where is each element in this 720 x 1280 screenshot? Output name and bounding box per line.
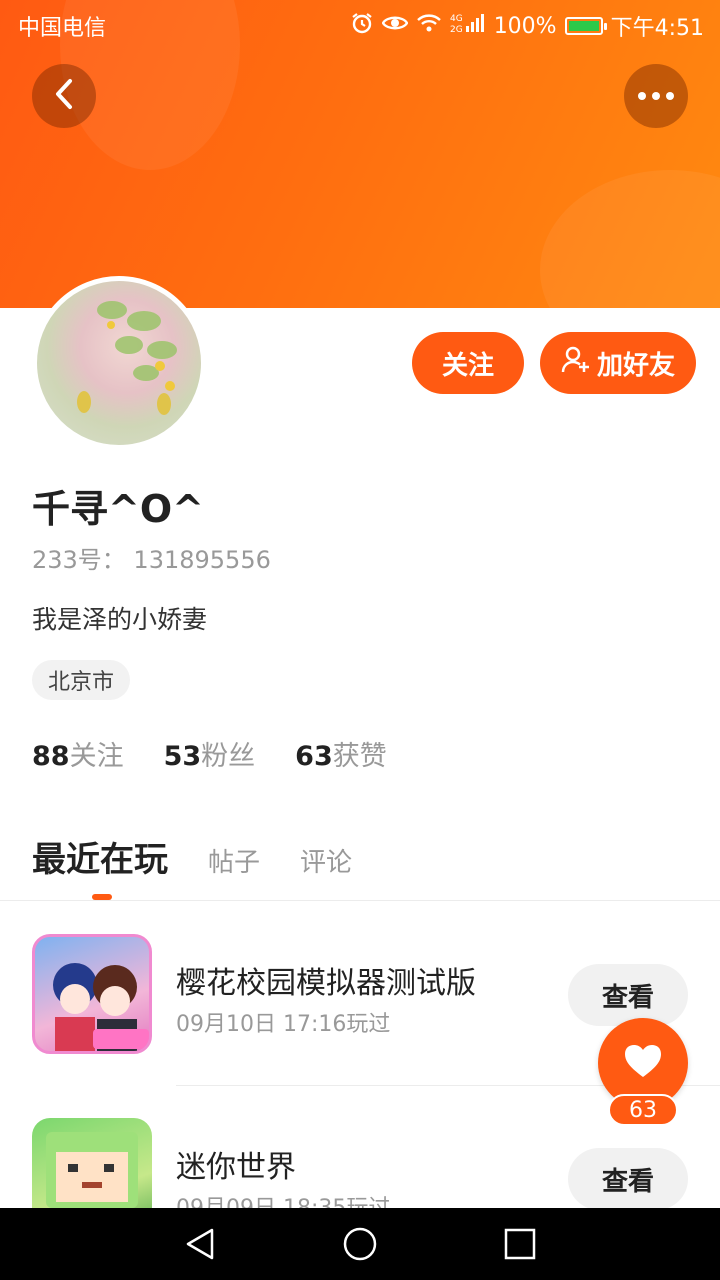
stat-fans[interactable]: 53粉丝 bbox=[164, 734, 256, 773]
nav-home-icon[interactable] bbox=[342, 1226, 378, 1262]
profile-stats: 88关注 53粉丝 63获赞 bbox=[32, 734, 387, 773]
profile-tabs: 最近在玩 帖子 评论 bbox=[32, 832, 352, 881]
like-count-badge: 63 bbox=[608, 1094, 678, 1126]
view-button[interactable]: 查看 bbox=[568, 1148, 688, 1210]
tab-recently-played[interactable]: 最近在玩 bbox=[32, 832, 168, 881]
view-button[interactable]: 查看 bbox=[568, 964, 688, 1026]
tab-comments[interactable]: 评论 bbox=[300, 842, 352, 879]
nav-back-icon[interactable] bbox=[182, 1226, 218, 1262]
system-nav-bar bbox=[0, 1208, 720, 1280]
stat-likes[interactable]: 63获赞 bbox=[295, 734, 387, 773]
game-title[interactable]: 迷你世界 bbox=[176, 1142, 296, 1186]
game-title[interactable]: 樱花校园模拟器测试版 bbox=[176, 958, 476, 1002]
profile-uid: 233号： 131895556 bbox=[32, 546, 271, 574]
location-tag: 北京市 bbox=[32, 660, 131, 700]
add-friend-label: 加好友 bbox=[596, 350, 675, 381]
heart-icon bbox=[623, 1043, 663, 1083]
game-icon[interactable] bbox=[32, 934, 152, 1054]
avatar[interactable] bbox=[32, 276, 206, 450]
game-played-time: 09月10日 17:16玩过 bbox=[176, 1012, 391, 1037]
add-user-icon bbox=[561, 345, 591, 382]
add-friend-button[interactable]: 加好友 bbox=[540, 332, 696, 394]
list-item[interactable]: 迷你世界 09月09日 18:35玩过 查看 bbox=[0, 0, 720, 1238]
follow-button[interactable]: 关注 bbox=[412, 332, 524, 394]
profile-name: 千寻^O^ bbox=[32, 487, 204, 531]
nav-recents-icon[interactable] bbox=[502, 1226, 538, 1262]
tab-divider bbox=[0, 900, 720, 901]
profile-bio: 我是泽的小娇妻 bbox=[32, 605, 208, 634]
follow-button-label: 关注 bbox=[441, 350, 494, 381]
tab-posts[interactable]: 帖子 bbox=[208, 842, 260, 879]
stat-following[interactable]: 88关注 bbox=[32, 734, 124, 773]
